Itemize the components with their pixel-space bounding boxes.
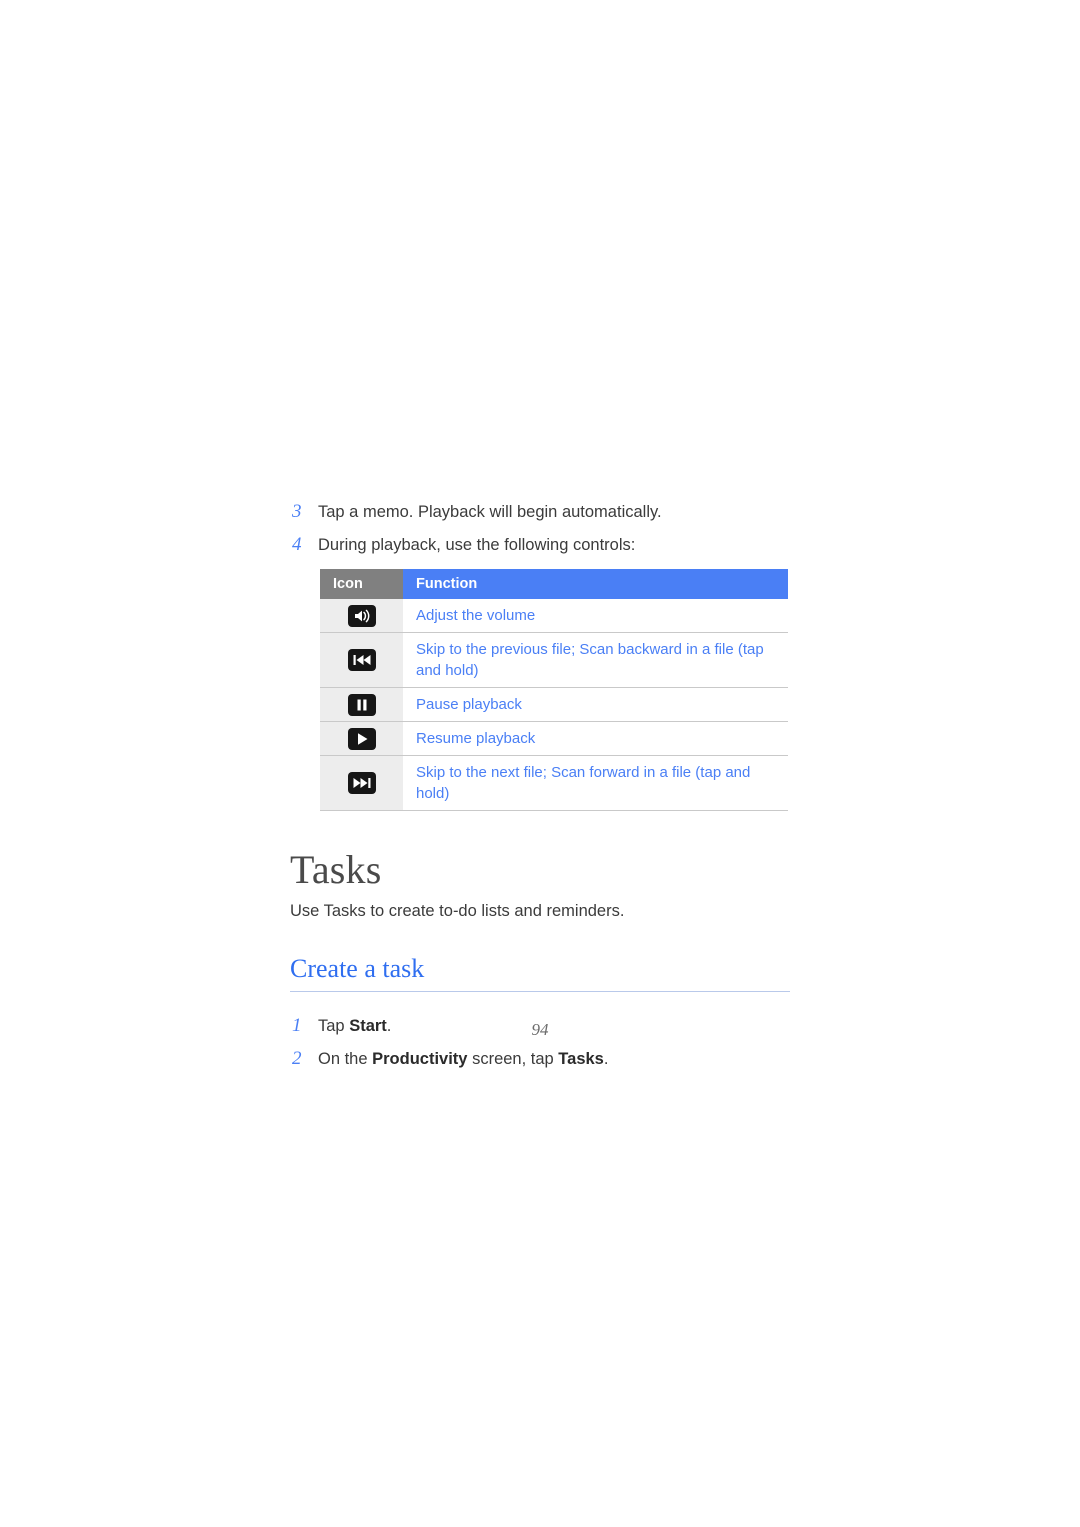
column-header-icon: Icon — [320, 569, 403, 599]
icon-cell — [320, 687, 403, 722]
playback-controls-table: Icon Function Adjust the volume Skip to … — [320, 569, 788, 811]
table-header-row: Icon Function — [320, 569, 788, 599]
pause-icon — [347, 693, 376, 716]
function-cell: Skip to the next file; Scan forward in a… — [403, 755, 788, 811]
function-cell: Adjust the volume — [403, 599, 788, 633]
subsection-title: Create a task — [290, 954, 425, 983]
step-text-post: . — [603, 1050, 609, 1068]
step-text: Tap a memo. Playback will begin automati… — [318, 503, 662, 521]
table-row: Pause playback — [320, 687, 788, 722]
page-title: Tasks — [290, 847, 382, 892]
step-text: On the Productivity screen, tap Tasks. — [318, 1047, 608, 1071]
play-icon — [347, 727, 376, 750]
function-cell: Resume playback — [403, 721, 788, 756]
page-number: 94 — [531, 1020, 549, 1039]
column-header-function: Function — [403, 569, 788, 599]
function-cell: Pause playback — [403, 687, 788, 722]
step-text-mid: screen, tap — [467, 1050, 559, 1068]
table-row: Skip to the previous file; Scan backward… — [320, 632, 788, 688]
icon-cell — [320, 632, 403, 688]
page-content: 3 Tap a memo. Playback will begin automa… — [290, 500, 790, 1080]
table-row: Adjust the volume — [320, 599, 788, 633]
step-text-pre: On the — [318, 1050, 373, 1068]
step-text: During playback, use the following contr… — [318, 536, 636, 554]
step-number: 2 — [292, 1048, 302, 1069]
step-text-bold: Productivity — [372, 1050, 468, 1068]
step-number: 4 — [292, 534, 302, 555]
icon-cell — [320, 755, 403, 811]
step-text-bold-2: Tasks — [558, 1050, 604, 1068]
list-item: 3 Tap a memo. Playback will begin automa… — [290, 500, 790, 524]
table-row: Resume playback — [320, 721, 788, 756]
volume-icon — [347, 604, 376, 627]
section-intro-text: Use Tasks to create to-do lists and remi… — [290, 902, 625, 920]
skip-forward-icon — [347, 772, 376, 794]
step-number: 3 — [292, 501, 302, 522]
list-item: 2 On the Productivity screen, tap Tasks. — [290, 1047, 790, 1071]
list-item: 4 During playback, use the following con… — [290, 533, 790, 557]
section-divider — [290, 991, 790, 992]
icon-cell — [320, 721, 403, 756]
icon-cell — [320, 599, 403, 633]
document-page: 3 Tap a memo. Playback will begin automa… — [0, 0, 1080, 1527]
skip-backward-icon — [347, 649, 376, 671]
function-cell: Skip to the previous file; Scan backward… — [403, 632, 788, 688]
table-row: Skip to the next file; Scan forward in a… — [320, 755, 788, 811]
